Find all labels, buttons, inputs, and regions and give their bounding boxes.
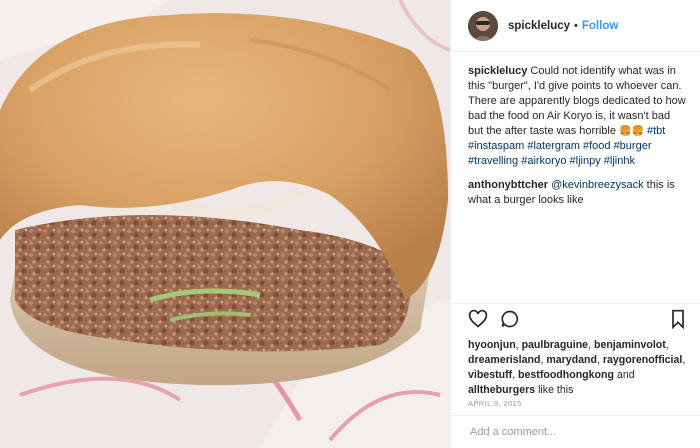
- burger-photo-image: [0, 0, 450, 448]
- add-comment-input[interactable]: [468, 425, 682, 439]
- post-photo[interactable]: [0, 0, 450, 448]
- post-author-username[interactable]: spicklelucy: [508, 20, 570, 32]
- avatar-image: [468, 10, 498, 41]
- avatar[interactable]: [468, 10, 498, 41]
- caption-username[interactable]: spicklelucy: [468, 65, 527, 77]
- comments-list: spicklelucy Could not identify what was …: [451, 52, 700, 302]
- comment-item: anthonybttcher @kevinbreezysack this is …: [468, 178, 686, 208]
- hashtag[interactable]: #ljinpy: [570, 155, 601, 167]
- comment-mention[interactable]: @kevinbreezysack: [551, 179, 643, 191]
- action-bar: [451, 303, 700, 338]
- liker-username[interactable]: raygorenofficial: [603, 354, 682, 366]
- liker-username[interactable]: marydand: [546, 354, 597, 366]
- post-details-panel: spicklelucy • Follow spicklelucy Could n…: [450, 0, 700, 448]
- hashtag[interactable]: #ljinhk: [604, 155, 635, 167]
- liker-username[interactable]: vibestuff: [468, 369, 512, 381]
- liker-username[interactable]: bestfoodhongkong: [518, 369, 614, 381]
- separator-dot: •: [574, 19, 578, 32]
- hashtag[interactable]: #burger: [614, 140, 652, 152]
- liker-username[interactable]: alltheburgers: [468, 384, 535, 396]
- likes-suffix: like this: [538, 384, 574, 396]
- hashtag[interactable]: #latergram: [527, 140, 580, 152]
- follow-button[interactable]: Follow: [582, 20, 618, 32]
- liker-username[interactable]: hyoonjun: [468, 339, 516, 351]
- post-date[interactable]: April 9, 2015: [468, 399, 522, 408]
- hashtag[interactable]: #airkoryo: [521, 155, 566, 167]
- post-header: spicklelucy • Follow: [451, 0, 700, 52]
- add-comment-bar: [451, 415, 700, 448]
- liker-username[interactable]: paulbraguine: [522, 339, 589, 351]
- bookmark-icon[interactable]: [669, 309, 687, 334]
- burger-emoji: 🍔🍔: [619, 126, 644, 137]
- liker-username[interactable]: benjaminvolot: [594, 339, 666, 351]
- likes-summary: hyoonjun, paulbraguine, benjaminvolot, d…: [468, 339, 686, 396]
- liker-username[interactable]: dreamerisland: [468, 354, 540, 366]
- heart-icon[interactable]: [468, 309, 488, 334]
- likes-and-label: and: [616, 369, 635, 381]
- hashtag[interactable]: #food: [583, 140, 611, 152]
- caption: spicklelucy Could not identify what was …: [468, 64, 686, 169]
- hashtag[interactable]: #instaspam: [468, 140, 524, 152]
- hashtag[interactable]: #tbt: [647, 125, 665, 137]
- hashtag[interactable]: #travelling: [468, 155, 518, 167]
- comment-username[interactable]: anthonybttcher: [468, 179, 548, 191]
- comment-icon[interactable]: [500, 309, 520, 334]
